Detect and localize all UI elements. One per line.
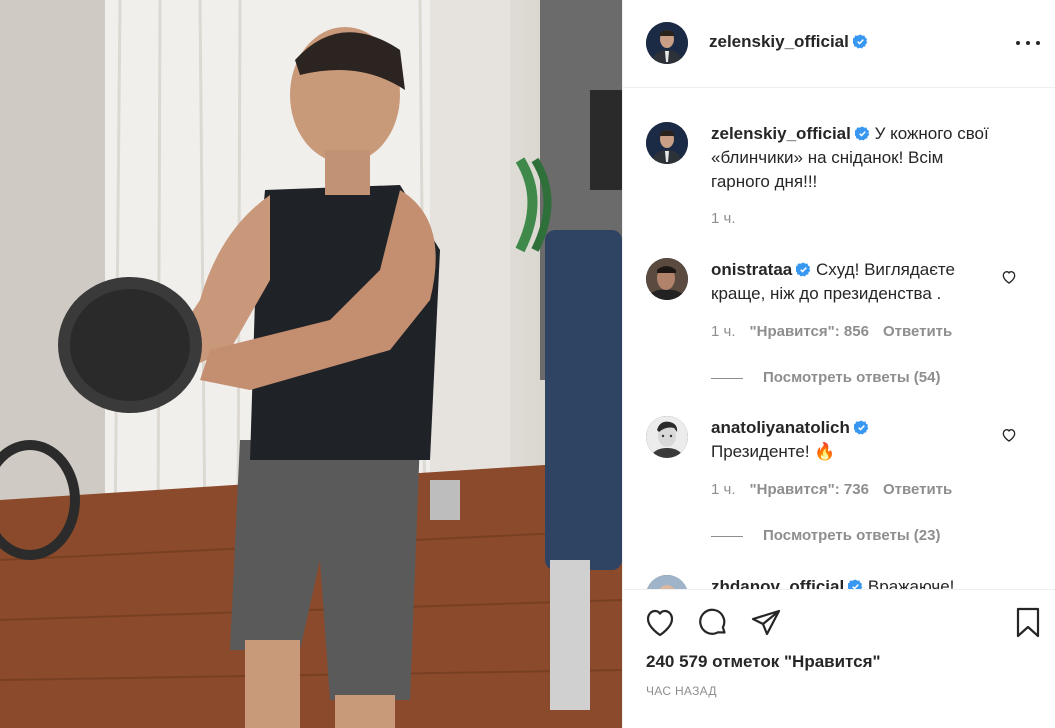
likes-count[interactable]: 240 579 отметок "Нравится" (646, 652, 881, 672)
author-avatar[interactable] (646, 122, 688, 164)
view-replies-label: Посмотреть ответы (54) (763, 369, 941, 386)
caption-meta: 1 ч. (711, 210, 750, 227)
view-replies-button[interactable]: Посмотреть ответы (54) (711, 369, 940, 386)
commenter-avatar[interactable] (646, 575, 688, 589)
comment-icon[interactable] (696, 606, 730, 640)
author-avatar[interactable] (646, 22, 688, 64)
verified-badge-icon (854, 126, 870, 141)
comment-text: zhdanov_official Вражаюче! (711, 575, 1001, 589)
comment-likes[interactable]: "Нравится": 856 (750, 323, 869, 340)
author-username[interactable]: zelenskiy_official (709, 32, 868, 52)
verified-badge-icon (853, 420, 869, 435)
verified-badge-icon (852, 34, 868, 49)
reply-button[interactable]: Ответить (883, 323, 952, 340)
divider-line (711, 377, 743, 379)
caption-text: zelenskiy_official У кожного свої «блинч… (711, 122, 1001, 194)
commenter-username[interactable]: anatoliyanatolich (711, 418, 850, 437)
view-replies-label: Посмотреть ответы (23) (763, 527, 941, 544)
comment-text: onistrataa Схуд! Виглядаєте краще, ніж д… (711, 258, 1001, 306)
comment-like-heart-icon[interactable] (1001, 269, 1017, 285)
bookmark-icon[interactable] (1011, 606, 1045, 640)
more-options-icon[interactable] (1015, 32, 1041, 52)
post-photo[interactable] (0, 0, 622, 728)
heart-icon[interactable] (643, 606, 677, 640)
caption-username[interactable]: zelenskiy_official (711, 124, 851, 143)
post-header: zelenskiy_official (623, 0, 1055, 88)
verified-badge-icon (848, 579, 863, 589)
post-panel: zelenskiy_official zelenskiy_official У … (622, 0, 1055, 728)
caption-time[interactable]: 1 ч. (711, 210, 736, 227)
commenter-avatar[interactable] (646, 258, 688, 300)
share-icon[interactable] (749, 606, 783, 640)
commenter-username[interactable]: onistrataa (711, 260, 792, 279)
post-actions: 240 579 отметок "Нравится" ЧАС НАЗАД (623, 589, 1055, 728)
comment-body: Вражаюче! (867, 577, 955, 589)
comments-list[interactable]: zelenskiy_official У кожного свої «блинч… (623, 89, 1055, 589)
reply-button[interactable]: Ответить (883, 481, 952, 498)
comment-meta: 1 ч. "Нравится": 856 Ответить (711, 323, 966, 340)
commenter-avatar[interactable] (646, 416, 688, 458)
comment-meta: 1 ч. "Нравится": 736 Ответить (711, 481, 966, 498)
view-replies-button[interactable]: Посмотреть ответы (23) (711, 527, 940, 544)
comment-text: anatoliyanatolich Президенте! 🔥 (711, 416, 1001, 464)
verified-badge-icon (796, 262, 811, 277)
photo-illustration (0, 0, 622, 728)
post-timestamp[interactable]: ЧАС НАЗАД (646, 684, 717, 698)
comment-time[interactable]: 1 ч. (711, 323, 736, 340)
comment-likes[interactable]: "Нравится": 736 (750, 481, 869, 498)
comment-body: Президенте! 🔥 (711, 442, 836, 461)
divider-line (711, 535, 743, 537)
comment-time[interactable]: 1 ч. (711, 481, 736, 498)
commenter-username[interactable]: zhdanov_official (711, 577, 844, 589)
comment-like-heart-icon[interactable] (1001, 427, 1017, 443)
